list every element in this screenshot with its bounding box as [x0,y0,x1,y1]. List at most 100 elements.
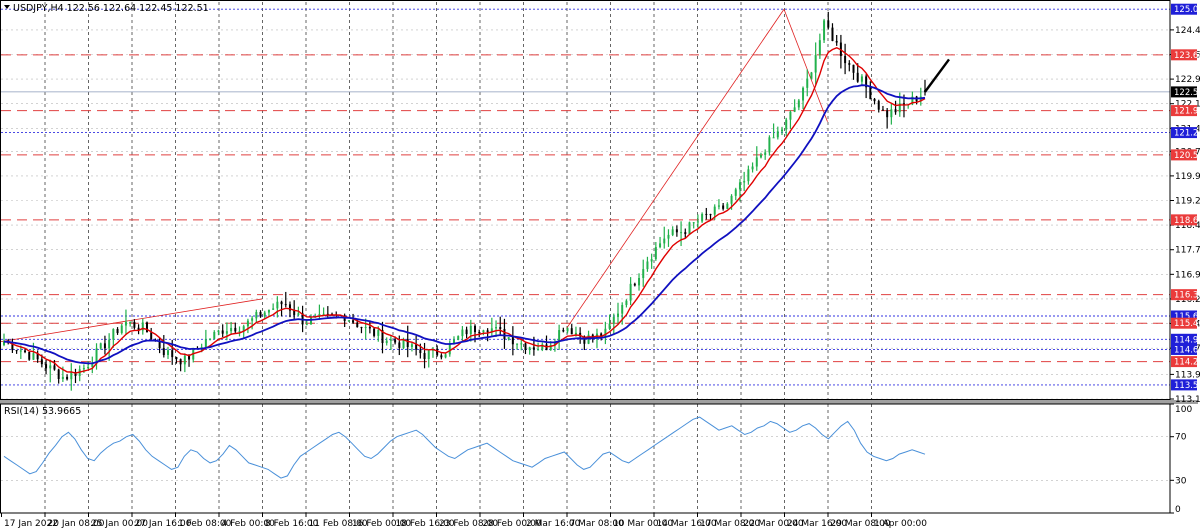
candle-body [848,63,851,65]
candle-body [305,324,308,326]
candle-body [806,78,809,88]
candle-body [129,321,132,323]
candle-body [419,349,422,354]
candle-body [726,203,729,209]
candle-body [478,332,481,334]
symbol-info: USDJPY,H4 122.56 122.64 122.45 122.51 [13,3,209,14]
candle-body [28,352,31,360]
candle-body [373,328,376,336]
candle-body [486,330,489,333]
candle-body [263,312,266,317]
candle-body [209,338,212,340]
candle-body [284,304,287,306]
candle-body [297,313,300,315]
candle-body [629,283,632,301]
candle-body [53,365,56,370]
candle-body [759,154,762,158]
candle-body [810,72,813,79]
price-tick-label: 113.90 [1175,370,1200,380]
candle-body [213,332,216,339]
candle-body [562,330,565,332]
candle-body [368,326,371,329]
trading-chart[interactable]: 124.40123.65122.90122.15121.40120.70119.… [0,0,1200,531]
candle-body [675,229,678,233]
candle-body [251,318,254,321]
candle-body [516,343,519,345]
candle-body [49,365,52,369]
candle-body [621,304,624,314]
candle-body [427,350,430,359]
time-tick-label: 1 Apr 00:00 [874,519,927,529]
candle-body [204,339,207,348]
candle-body [528,347,531,351]
candle-body [692,222,695,224]
candle-body [108,339,111,349]
candle-body [24,350,27,353]
candle-body [537,349,540,351]
candle-body [659,243,662,248]
candle-body [394,339,397,343]
candle-body [440,355,443,358]
candle-body [835,40,838,43]
candle-body [785,119,788,130]
candle-body [717,205,720,207]
candle-body [709,214,712,216]
current-price-label: 122.51 [1174,88,1200,98]
candle-body [217,330,220,333]
candle-body [730,195,733,204]
candle-body [179,359,182,365]
candle-body [183,355,186,365]
candle-body [877,101,880,110]
candle-body [145,322,148,333]
candle-body [671,229,674,235]
level-tag-label: 121.94 [1174,107,1200,117]
candle-body [57,369,60,380]
candle-body [410,344,413,347]
rsi-tick-label: 0 [1175,505,1181,515]
candle-body [457,336,460,340]
candle-body [650,259,653,262]
price-tick-label: 124.40 [1175,26,1200,36]
candle-body [385,340,388,344]
panel-separator[interactable] [0,400,1198,404]
price-tick-label: 113.15 [1175,395,1200,405]
level-tag-label: 114.29 [1174,358,1200,368]
candle-body [890,109,893,118]
candle-body [82,368,85,370]
candle-body [663,238,666,244]
level-tag-label: 120.59 [1174,151,1200,161]
candle-body [267,309,270,313]
candle-body [574,332,577,335]
candle-body [364,326,367,328]
candle-body [696,221,699,223]
candle-body [680,232,683,234]
candle-body [743,181,746,183]
rsi-info: RSI(14) 53.9665 [4,406,81,417]
level-tag-label: 121.27 [1174,129,1200,139]
candle-body [99,343,102,349]
candle-body [448,343,451,355]
candle-body [356,322,359,328]
candle-body [70,372,73,380]
candle-body [684,232,687,235]
candle-body [162,348,165,355]
candle-body [310,317,312,325]
candle-body [32,353,35,360]
price-tick-label: 116.95 [1175,270,1200,280]
candle-body [171,350,174,358]
candle-body [45,364,48,369]
symbol-header: USDJPY,H4 122.56 122.64 122.45 122.51 [4,3,209,14]
price-tick-label: 119.95 [1175,172,1200,182]
candle-body [831,27,834,41]
candle-body [347,320,350,322]
candle-body [772,137,775,139]
level-tag-label: 125.03 [1174,5,1200,15]
candle-body [608,323,611,329]
candle-body [642,269,645,279]
candle-body [701,213,704,222]
candle-body [225,331,228,334]
chart-background [0,0,1200,531]
rsi-tick-label: 70 [1175,433,1187,443]
candle-body [667,234,670,239]
candle-body [797,100,800,108]
